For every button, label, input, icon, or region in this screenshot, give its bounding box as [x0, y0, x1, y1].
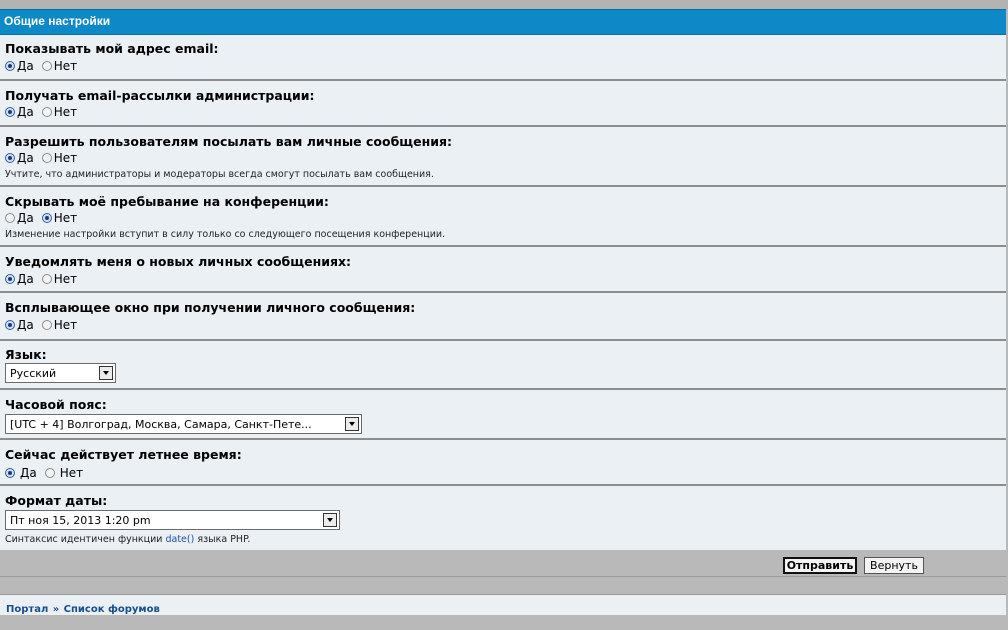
php-date-link[interactable]: date()	[165, 534, 194, 545]
setting-label: Всплывающее окно при получении личного с…	[5, 300, 416, 315]
radio-yes[interactable]	[5, 213, 15, 223]
setting-label: Разрешить пользователям посылать вам лич…	[5, 134, 453, 149]
radio-no-label[interactable]: Нет	[54, 272, 77, 286]
setting-admin-email: Получать email-рассылки администрации: Д…	[0, 81, 1006, 127]
radio-no-label[interactable]: Нет	[54, 211, 77, 225]
top-strip	[0, 0, 1008, 9]
radio-no[interactable]	[41, 107, 52, 117]
setting-label: Показывать мой адрес email:	[5, 41, 219, 56]
spacer	[0, 576, 1006, 595]
setting-show-email: Показывать мой адрес email: Да Нет	[0, 35, 1006, 81]
radio-yes-label[interactable]: Да	[17, 211, 34, 225]
radio-yes[interactable]	[5, 107, 15, 117]
breadcrumb: Портал » Список форумов	[0, 594, 1006, 616]
breadcrumb-portal-link[interactable]: Портал	[6, 604, 48, 615]
radio-group: Да Нет	[5, 318, 85, 332]
setting-popup-pm: Всплывающее окно при получении личного с…	[0, 293, 1006, 341]
radio-no[interactable]	[41, 213, 52, 223]
setting-timezone: Часовой пояс: [UTC + 4] Волгоград, Москв…	[0, 390, 1006, 440]
radio-group: Да Нет	[5, 105, 85, 119]
radio-no[interactable]	[41, 61, 52, 71]
setting-allow-pm: Разрешить пользователям посылать вам лич…	[0, 127, 1006, 187]
bottom-strip	[0, 615, 1008, 630]
radio-yes-label[interactable]: Да	[17, 151, 34, 165]
radio-group: Да Нет	[5, 59, 85, 73]
language-select-value: Русский	[10, 366, 57, 380]
setting-label: Часовой пояс:	[5, 397, 107, 412]
date-format-select[interactable]: Пт ноя 15, 2013 1:20 pm	[5, 510, 340, 530]
section-title: Общие настройки	[4, 14, 111, 28]
reset-button[interactable]: Вернуть	[864, 557, 924, 574]
language-select[interactable]: Русский	[5, 363, 116, 383]
button-bar: Отправить Вернуть	[0, 552, 1006, 576]
breadcrumb-separator: »	[52, 604, 60, 615]
radio-yes-label[interactable]: Да	[17, 59, 34, 73]
radio-no[interactable]	[41, 153, 52, 163]
radio-no[interactable]	[41, 320, 52, 330]
submit-button[interactable]: Отправить	[783, 557, 857, 574]
setting-hide-online: Скрывать моё пребывание на конференции: …	[0, 187, 1006, 247]
setting-note: Синтаксис идентичен функции date() языка…	[5, 534, 250, 545]
radio-yes[interactable]	[5, 274, 15, 284]
radio-no-label[interactable]: Нет	[54, 151, 77, 165]
chevron-down-icon[interactable]	[99, 366, 113, 380]
chevron-down-icon[interactable]	[323, 513, 337, 527]
radio-yes-label[interactable]: Да	[17, 105, 34, 119]
radio-group: Да Нет	[5, 272, 85, 286]
radio-no-label[interactable]: Нет	[54, 105, 77, 119]
note-suffix: языка PHP.	[194, 534, 251, 545]
breadcrumb-forums-link[interactable]: Список форумов	[64, 604, 160, 615]
setting-label: Формат даты:	[5, 493, 108, 508]
setting-note: Учтите, что администраторы и модераторы …	[5, 169, 434, 180]
setting-date-format: Формат даты: Пт ноя 15, 2013 1:20 pm Син…	[0, 486, 1006, 550]
setting-label: Скрывать моё пребывание на конференции:	[5, 194, 329, 209]
radio-group: Да Нет	[5, 211, 85, 225]
radio-yes[interactable]	[5, 468, 15, 478]
radio-no-label[interactable]: Нет	[60, 466, 83, 480]
setting-label: Получать email-рассылки администрации:	[5, 88, 315, 103]
radio-yes[interactable]	[5, 61, 15, 71]
radio-no-label[interactable]: Нет	[54, 59, 77, 73]
chevron-down-icon[interactable]	[345, 417, 359, 431]
radio-no[interactable]	[44, 468, 55, 478]
timezone-select[interactable]: [UTC + 4] Волгоград, Москва, Самара, Сан…	[5, 414, 362, 434]
radio-yes-label[interactable]: Да	[17, 272, 34, 286]
radio-no[interactable]	[41, 274, 52, 284]
radio-no-label[interactable]: Нет	[54, 318, 77, 332]
timezone-select-value: [UTC + 4] Волгоград, Москва, Самара, Сан…	[10, 417, 312, 431]
setting-label: Сейчас действует летнее время:	[5, 447, 242, 462]
radio-group: Да Нет	[5, 466, 91, 480]
setting-label: Язык:	[5, 347, 47, 362]
radio-yes[interactable]	[5, 320, 15, 330]
note-prefix: Синтаксис идентичен функции	[5, 534, 166, 545]
setting-notify-pm: Уведомлять меня о новых личных сообщения…	[0, 247, 1006, 293]
date-format-select-value: Пт ноя 15, 2013 1:20 pm	[10, 513, 151, 527]
section-header: Общие настройки	[0, 9, 1006, 35]
radio-yes-label[interactable]: Да	[20, 466, 37, 480]
radio-yes-label[interactable]: Да	[17, 318, 34, 332]
setting-label: Уведомлять меня о новых личных сообщения…	[5, 254, 352, 269]
setting-language: Язык: Русский	[0, 341, 1006, 390]
radio-yes[interactable]	[5, 153, 15, 163]
setting-note: Изменение настройки вступит в силу тольк…	[5, 229, 446, 240]
radio-group: Да Нет	[5, 151, 85, 165]
setting-dst: Сейчас действует летнее время: Да Нет	[0, 440, 1006, 486]
